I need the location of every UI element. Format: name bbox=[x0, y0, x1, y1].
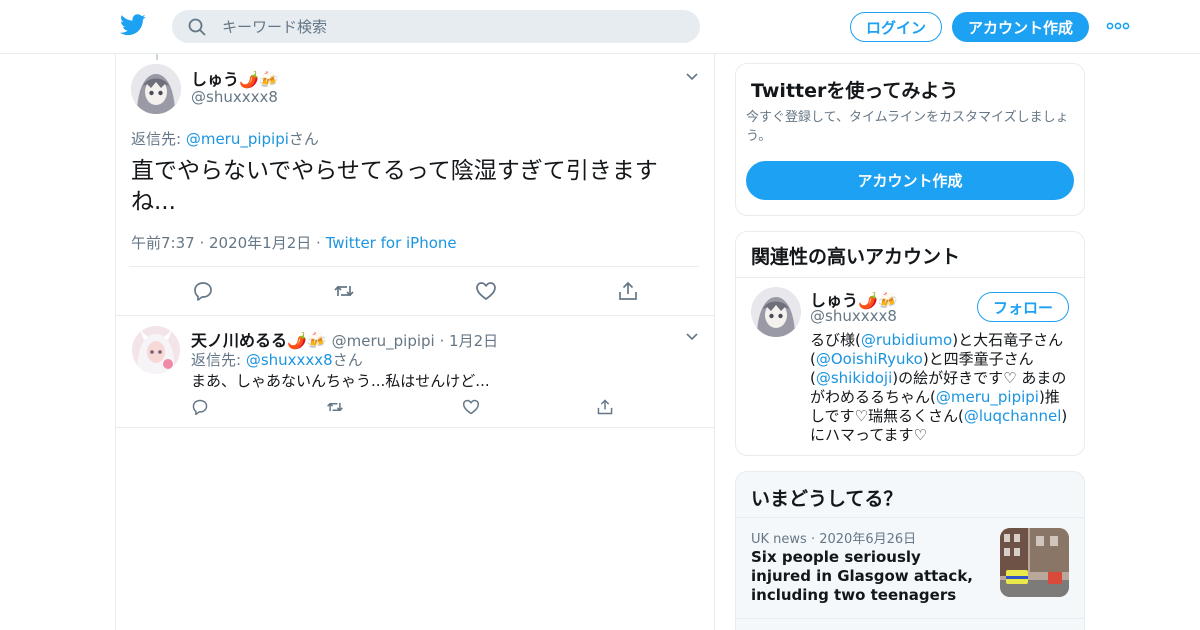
reply-tweet[interactable]: 天ノ川めるる🌶️🍻 @meru_pipipi · 1月2日 返信先: @shux… bbox=[116, 316, 714, 428]
avatar-image bbox=[132, 326, 180, 374]
avatar[interactable] bbox=[751, 287, 801, 337]
bio-mention-link[interactable]: @rubidiumo bbox=[861, 331, 952, 349]
divider bbox=[736, 277, 1084, 278]
bio-mention-link[interactable]: @meru_pipipi bbox=[936, 388, 1039, 406]
search-bar[interactable] bbox=[172, 10, 700, 43]
share-icon[interactable] bbox=[617, 280, 639, 302]
search-input[interactable] bbox=[222, 10, 682, 43]
reply-suffix: さん bbox=[332, 351, 363, 369]
display-name[interactable]: 天ノ川めるる🌶️🍻 bbox=[191, 331, 327, 350]
trend-thumbnail[interactable] bbox=[1000, 528, 1069, 597]
follow-button[interactable]: フォロー bbox=[977, 292, 1069, 322]
trend-category: UK news bbox=[751, 532, 807, 547]
reply-to-link[interactable]: @meru_pipipi bbox=[186, 130, 289, 148]
top-navigation-bar: ログイン アカウント作成 bbox=[0, 0, 1200, 54]
reply-icon[interactable] bbox=[191, 398, 209, 416]
account-bio: るび様(@rubidiumo)と大石竜子さん(@OoishiRyuko)と四季童… bbox=[810, 331, 1072, 445]
username[interactable]: @meru_pipipi bbox=[332, 332, 435, 350]
divider bbox=[736, 618, 1084, 619]
news-photo-image bbox=[1000, 528, 1069, 597]
bio-text: るび様( bbox=[810, 331, 861, 349]
tweet-time[interactable]: 午前7:37 bbox=[131, 234, 195, 252]
trend-headline: Six people seriously injured in Glasgow … bbox=[751, 548, 973, 604]
retweet-icon[interactable] bbox=[325, 398, 345, 416]
retweet-icon[interactable] bbox=[333, 280, 355, 302]
share-icon[interactable] bbox=[596, 398, 614, 416]
bio-mention-link[interactable]: @OoishiRyuko bbox=[816, 350, 923, 368]
related-card-title: 関連性の高いアカウント bbox=[751, 246, 961, 268]
divider bbox=[129, 266, 699, 267]
signup-card-description: 今すぐ登録して、タイムラインをカスタマイズしましょう。 bbox=[746, 110, 1069, 144]
focused-tweet: しゅう🌶️🍻 @shuxxxx8 返信先: @meru_pipipiさん 直でや… bbox=[116, 54, 714, 316]
chevron-down-icon[interactable] bbox=[685, 72, 699, 82]
trend-item[interactable]: UK news · 2020年6月26日 Six people seriousl… bbox=[736, 518, 1084, 618]
tweet-date[interactable]: 2020年1月2日 bbox=[209, 234, 311, 252]
username[interactable]: @shuxxxx8 bbox=[810, 307, 897, 325]
more-options-icon[interactable] bbox=[1106, 20, 1130, 32]
trends-card-title: いまどうしてる？ bbox=[751, 488, 903, 510]
display-name[interactable]: しゅう🌶️🍻 bbox=[191, 70, 279, 89]
reply-suffix: さん bbox=[288, 130, 319, 148]
author-name[interactable]: しゅう🌶️🍻 bbox=[191, 66, 279, 90]
username[interactable]: @shuxxxx8 bbox=[191, 88, 278, 106]
reply-header: 天ノ川めるる🌶️🍻 @meru_pipipi · 1月2日 bbox=[191, 331, 499, 350]
like-icon[interactable] bbox=[475, 280, 497, 302]
reply-context: 返信先: @shuxxxx8さん bbox=[191, 349, 363, 370]
tweet-source-link[interactable]: Twitter for iPhone bbox=[326, 234, 457, 252]
trends-card: いまどうしてる？ UK news · 2020年6月26日 Six people… bbox=[735, 471, 1085, 630]
avatar-image bbox=[751, 287, 801, 337]
reply-prefix: 返信先: bbox=[131, 130, 186, 148]
signup-card: Twitterを使ってみよう 今すぐ登録して、タイムラインをカスタマイズしましょ… bbox=[735, 63, 1085, 216]
bio-mention-link[interactable]: @shikidoji bbox=[816, 369, 892, 387]
tweet-metadata: 午前7:37 · 2020年1月2日 · Twitter for iPhone bbox=[131, 234, 457, 252]
signup-button[interactable]: アカウント作成 bbox=[952, 12, 1089, 42]
like-icon[interactable] bbox=[462, 398, 480, 416]
tweet-text: 直でやらないでやらせてるって陰湿すぎて引きますね... bbox=[131, 158, 658, 215]
bio-mention-link[interactable]: @luqchannel bbox=[964, 407, 1062, 425]
search-icon bbox=[188, 18, 206, 36]
login-button[interactable]: ログイン bbox=[850, 12, 942, 42]
signup-card-title: Twitterを使ってみよう bbox=[751, 80, 959, 102]
avatar-image bbox=[131, 64, 181, 114]
reply-to-link[interactable]: @shuxxxx8 bbox=[246, 351, 333, 369]
trend-date: 2020年6月26日 bbox=[819, 532, 917, 547]
reply-prefix: 返信先: bbox=[191, 351, 246, 369]
twitter-bird-icon[interactable] bbox=[120, 14, 146, 36]
tweet-text: まあ、しゃあないんちゃう...私はせんけど... bbox=[191, 372, 490, 390]
reply-icon[interactable] bbox=[192, 280, 214, 302]
trend-meta: UK news · 2020年6月26日 bbox=[751, 532, 917, 547]
timeline-column: しゅう🌶️🍻 @shuxxxx8 返信先: @meru_pipipiさん 直でや… bbox=[115, 54, 715, 630]
related-accounts-card: 関連性の高いアカウント しゅう🌶️🍻 @shuxxxx8 フォロー るび様(@r… bbox=[735, 231, 1085, 456]
reply-context: 返信先: @meru_pipipiさん bbox=[131, 128, 319, 149]
avatar[interactable] bbox=[132, 326, 180, 374]
chevron-down-icon[interactable] bbox=[685, 332, 699, 342]
signup-card-button[interactable]: アカウント作成 bbox=[746, 161, 1074, 200]
avatar[interactable] bbox=[131, 64, 181, 114]
tweet-date[interactable]: 1月2日 bbox=[449, 332, 498, 350]
